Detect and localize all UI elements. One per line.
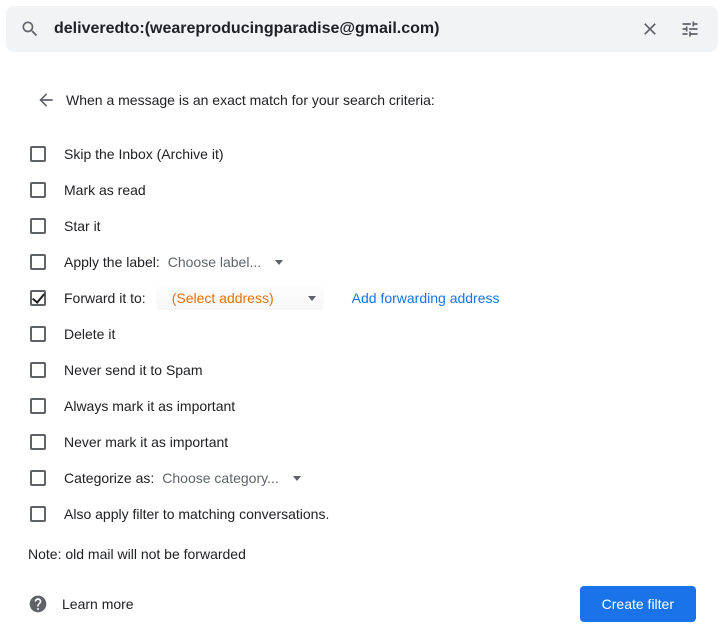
- option-categorize: Categorize as: Choose category...: [28, 460, 696, 496]
- checkbox-always-important[interactable]: [30, 398, 46, 414]
- label-always-important: Always mark it as important: [64, 398, 235, 414]
- option-never-important: Never mark it as important: [28, 424, 696, 460]
- arrow-back-icon: [36, 90, 56, 110]
- option-forward: Forward it to: (Select address) Add forw…: [28, 280, 696, 316]
- chevron-down-icon: [275, 260, 283, 265]
- search-input[interactable]: [52, 19, 630, 39]
- clear-search-button[interactable]: [630, 9, 670, 49]
- checkbox-never-important[interactable]: [30, 434, 46, 450]
- checkbox-delete[interactable]: [30, 326, 46, 342]
- checkbox-mark-read[interactable]: [30, 182, 46, 198]
- option-delete: Delete it: [28, 316, 696, 352]
- checkbox-categorize[interactable]: [30, 470, 46, 486]
- note-text: Note: old mail will not be forwarded: [28, 546, 696, 562]
- chevron-down-icon: [293, 476, 301, 481]
- option-apply-label: Apply the label: Choose label...: [28, 244, 696, 280]
- option-mark-read: Mark as read: [28, 172, 696, 208]
- filter-panel: When a message is an exact match for you…: [0, 52, 724, 642]
- option-skip-inbox: Skip the Inbox (Archive it): [28, 136, 696, 172]
- label-categorize: Categorize as:: [64, 470, 154, 486]
- option-also-apply: Also apply filter to matching conversati…: [28, 496, 696, 532]
- option-always-important: Always mark it as important: [28, 388, 696, 424]
- label-skip-inbox: Skip the Inbox (Archive it): [64, 146, 224, 162]
- select-label-text: Choose label...: [168, 254, 261, 270]
- create-filter-button[interactable]: Create filter: [580, 586, 696, 622]
- panel-header: When a message is an exact match for you…: [66, 92, 435, 108]
- select-label[interactable]: Choose label...: [168, 254, 283, 270]
- option-never-spam: Never send it to Spam: [28, 352, 696, 388]
- back-button[interactable]: [28, 82, 64, 118]
- label-never-important: Never mark it as important: [64, 434, 228, 450]
- checkbox-also-apply[interactable]: [30, 506, 46, 522]
- learn-more-link[interactable]: Learn more: [28, 594, 134, 614]
- chevron-down-icon: [308, 296, 316, 301]
- learn-more-text: Learn more: [62, 596, 134, 612]
- select-forward-address[interactable]: (Select address): [156, 286, 324, 310]
- search-options-button[interactable]: [670, 9, 710, 49]
- forward-placeholder: (Select address): [172, 290, 274, 306]
- add-forwarding-address-link[interactable]: Add forwarding address: [352, 290, 500, 306]
- checkbox-star[interactable]: [30, 218, 46, 234]
- close-icon: [640, 19, 660, 39]
- label-never-spam: Never send it to Spam: [64, 362, 203, 378]
- tune-icon: [680, 19, 700, 39]
- label-apply-label: Apply the label:: [64, 254, 160, 270]
- label-forward: Forward it to:: [64, 290, 146, 306]
- label-star: Star it: [64, 218, 101, 234]
- checkbox-apply-label[interactable]: [30, 254, 46, 270]
- checkbox-never-spam[interactable]: [30, 362, 46, 378]
- help-icon: [28, 594, 48, 614]
- label-delete: Delete it: [64, 326, 115, 342]
- label-mark-read: Mark as read: [64, 182, 146, 198]
- checkbox-skip-inbox[interactable]: [30, 146, 46, 162]
- search-icon: [20, 19, 40, 39]
- search-bar: [6, 6, 718, 52]
- label-also-apply: Also apply filter to matching conversati…: [64, 506, 329, 522]
- checkbox-forward[interactable]: [30, 290, 46, 306]
- select-category-text: Choose category...: [162, 470, 278, 486]
- select-category[interactable]: Choose category...: [162, 470, 300, 486]
- option-star: Star it: [28, 208, 696, 244]
